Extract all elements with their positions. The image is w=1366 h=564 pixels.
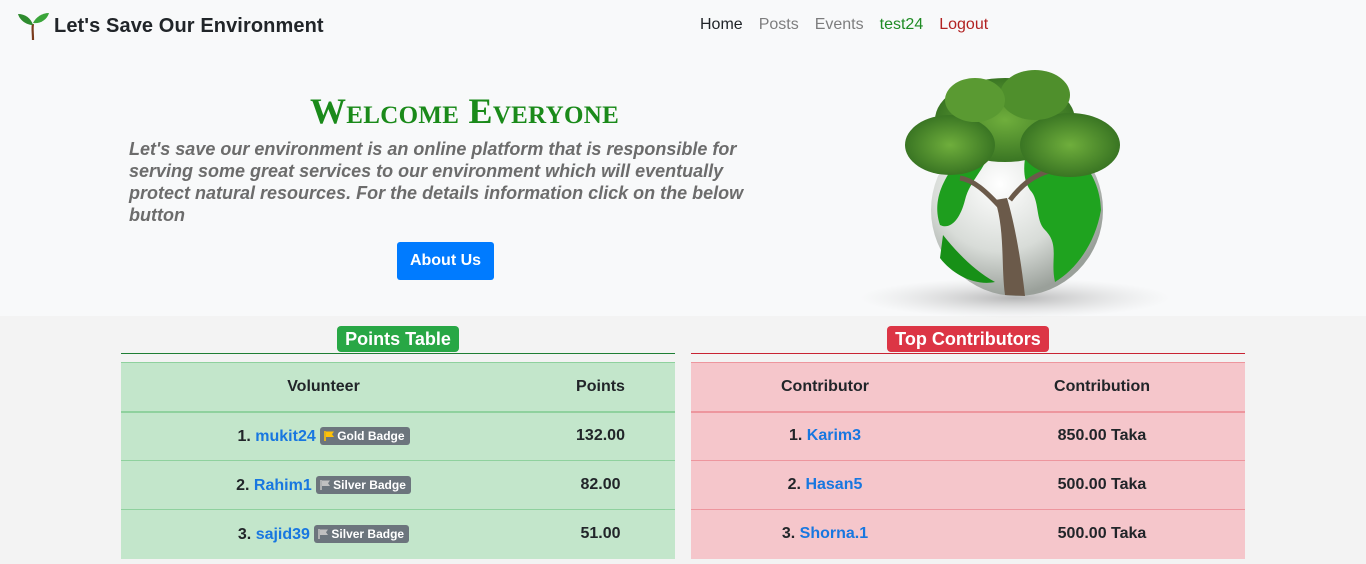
contributor-link[interactable]: Karim3 bbox=[807, 427, 861, 444]
table-header-row: Volunteer Points bbox=[121, 362, 675, 412]
rank: 2. bbox=[236, 476, 250, 494]
table-row: 3. Shorna.1 500.00 Taka bbox=[691, 509, 1245, 559]
navbar: Let's Save Our Environment Home Posts Ev… bbox=[0, 0, 1366, 52]
volunteer-cell: 2. Rahim1 Silver Badge bbox=[121, 461, 526, 510]
nav-home-link[interactable]: Home bbox=[700, 16, 743, 34]
rank: 3. bbox=[781, 525, 796, 543]
intro-text: Let's save our environment is an online … bbox=[129, 139, 744, 225]
table-row: 1. Karim3 850.00 Taka bbox=[691, 411, 1245, 461]
contributor-cell: 1. Karim3 bbox=[691, 412, 959, 461]
column-header-volunteer: Volunteer bbox=[287, 377, 360, 395]
volunteer-link[interactable]: sajid39 bbox=[256, 526, 310, 543]
volunteer-cell: 1. mukit24 Gold Badge bbox=[121, 412, 526, 461]
flag-icon bbox=[318, 528, 329, 539]
points-table-title: Points Table bbox=[337, 326, 459, 352]
hero-section: Welcome Everyone Let's save our environm… bbox=[0, 52, 1366, 318]
rank: 2. bbox=[787, 476, 801, 493]
column-header-points: Points bbox=[576, 377, 625, 395]
contributor-link[interactable]: Shorna.1 bbox=[800, 525, 868, 542]
table-header-row: Contributor Contribution bbox=[691, 362, 1245, 412]
sprout-logo-icon bbox=[18, 13, 49, 41]
contributor-cell: 2. Hasan5 bbox=[691, 461, 959, 510]
badge: Silver Badge bbox=[316, 475, 411, 494]
rank: 1. bbox=[788, 427, 803, 445]
badge-label: Silver Badge bbox=[331, 526, 405, 541]
nav-user-link[interactable]: test24 bbox=[880, 16, 924, 34]
table-row: 1. mukit24 Gold Badge 132.00 bbox=[121, 411, 675, 461]
table-row: 2. Rahim1 Silver Badge 82.00 bbox=[121, 460, 675, 510]
points-table-section: Points Table Volunteer Points 1. mukit24… bbox=[121, 326, 675, 559]
badge-label: Gold Badge bbox=[337, 428, 405, 443]
welcome-title: Welcome Everyone bbox=[310, 91, 620, 131]
contributors-table-title: Top Contributors bbox=[887, 326, 1049, 352]
nav-posts-link[interactable]: Posts bbox=[759, 16, 799, 34]
contributors-divider bbox=[691, 353, 1245, 354]
nav-events-link[interactable]: Events bbox=[815, 16, 864, 34]
volunteer-link[interactable]: Rahim1 bbox=[254, 477, 312, 494]
about-us-button[interactable]: About Us bbox=[397, 242, 494, 280]
contribution-cell: 500.00 Taka bbox=[1057, 525, 1147, 543]
brand-title: Let's Save Our Environment bbox=[54, 14, 324, 37]
nav-logout-link[interactable]: Logout bbox=[939, 16, 988, 34]
tree-globe-image bbox=[860, 70, 1170, 318]
contribution-cell: 500.00 Taka bbox=[1057, 476, 1147, 493]
points-table: Volunteer Points 1. mukit24 Gold Badge 1… bbox=[121, 362, 675, 559]
nav-links: Home Posts Events test24 Logout bbox=[700, 16, 1004, 34]
flag-icon bbox=[320, 479, 331, 490]
contributors-table-section: Top Contributors Contributor Contributio… bbox=[691, 326, 1245, 559]
badge: Silver Badge bbox=[314, 524, 410, 543]
badge: Gold Badge bbox=[320, 426, 410, 445]
column-header-contribution: Contribution bbox=[1054, 377, 1150, 395]
points-divider bbox=[121, 353, 675, 354]
contribution-cell: 850.00 Taka bbox=[1057, 427, 1147, 445]
badge-label: Silver Badge bbox=[333, 477, 406, 492]
volunteer-link[interactable]: mukit24 bbox=[255, 428, 315, 445]
flag-icon bbox=[324, 430, 335, 441]
rank: 1. bbox=[237, 427, 251, 445]
contributor-cell: 3. Shorna.1 bbox=[691, 510, 959, 559]
volunteer-cell: 3. sajid39 Silver Badge bbox=[121, 510, 526, 559]
table-row: 3. sajid39 Silver Badge 51.00 bbox=[121, 509, 675, 559]
brand-link[interactable]: Let's Save Our Environment bbox=[16, 11, 324, 41]
points-cell: 51.00 bbox=[580, 525, 621, 543]
points-cell: 132.00 bbox=[576, 427, 625, 445]
contributors-table: Contributor Contribution 1. Karim3 850.0… bbox=[691, 362, 1245, 559]
points-cell: 82.00 bbox=[580, 476, 621, 493]
table-row: 2. Hasan5 500.00 Taka bbox=[691, 460, 1245, 510]
rank: 3. bbox=[237, 525, 252, 543]
contributor-link[interactable]: Hasan5 bbox=[805, 476, 862, 493]
column-header-contributor: Contributor bbox=[781, 377, 869, 395]
